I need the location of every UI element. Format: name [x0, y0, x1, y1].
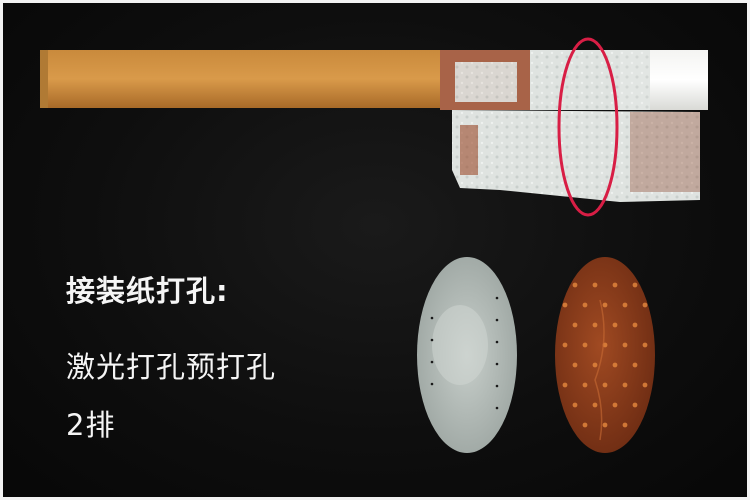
caption-line-laser: 激光打孔预打孔	[66, 350, 277, 384]
cigarette-filter	[40, 50, 440, 108]
caption-title: 接装纸打孔:	[66, 274, 229, 308]
cigarette-photo: 接装纸打孔: 激光打孔预打孔 2排	[0, 0, 750, 500]
pre-perforated-sample	[555, 257, 655, 453]
caption-line-rows: 2排	[66, 408, 116, 442]
laser-perforated-sample	[417, 257, 517, 453]
unrolled-tipping-paper	[440, 50, 708, 202]
